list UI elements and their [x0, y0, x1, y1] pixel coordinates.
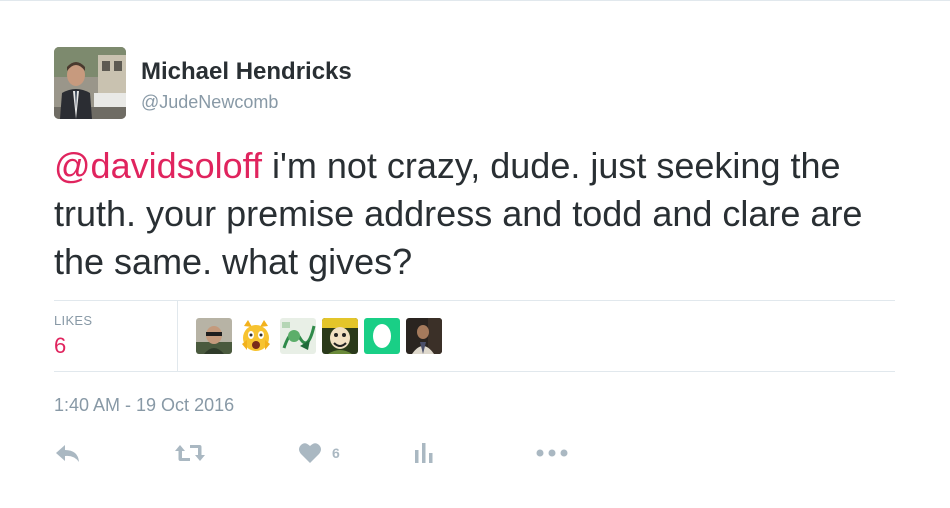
divider-bottom	[54, 371, 895, 372]
more-icon	[536, 448, 568, 458]
reply-button[interactable]	[54, 439, 80, 467]
retweet-button[interactable]	[174, 439, 206, 467]
liker-avatar-dark-photo[interactable]	[406, 318, 442, 354]
heart-icon	[298, 442, 322, 464]
likes-label[interactable]: LIKES	[54, 313, 92, 328]
analytics-icon	[414, 442, 434, 464]
liker-avatar-green-drawing[interactable]	[280, 318, 316, 354]
author-name[interactable]: Michael Hendricks	[141, 58, 352, 86]
tweet-timestamp[interactable]: 1:40 AM - 19 Oct 2016	[54, 395, 234, 416]
reply-icon	[54, 443, 80, 463]
action-bar: 6	[54, 439, 654, 467]
likers-list	[196, 318, 442, 354]
divider-vertical	[177, 301, 178, 371]
more-button[interactable]	[536, 439, 568, 467]
author-handle[interactable]: @JudeNewcomb	[141, 91, 278, 113]
like-count: 6	[332, 445, 340, 461]
mention-link[interactable]: @davidsoloff	[54, 145, 262, 186]
author-avatar[interactable]	[54, 47, 126, 119]
retweet-icon	[174, 443, 206, 463]
liker-avatar-man-glasses[interactable]	[196, 318, 232, 354]
liker-avatar-cartoon[interactable]	[322, 318, 358, 354]
likes-count[interactable]: 6	[54, 333, 66, 359]
tweet-card: Michael Hendricks @JudeNewcomb @davidsol…	[0, 0, 950, 508]
divider-top	[54, 300, 895, 301]
analytics-button[interactable]	[414, 439, 434, 467]
liker-avatar-screaming-cat-emoji[interactable]	[238, 318, 274, 354]
liker-avatar-green-egg[interactable]	[364, 318, 400, 354]
tweet-text: @davidsoloff i'm not crazy, dude. just s…	[54, 142, 914, 286]
like-button[interactable]: 6	[298, 439, 340, 467]
